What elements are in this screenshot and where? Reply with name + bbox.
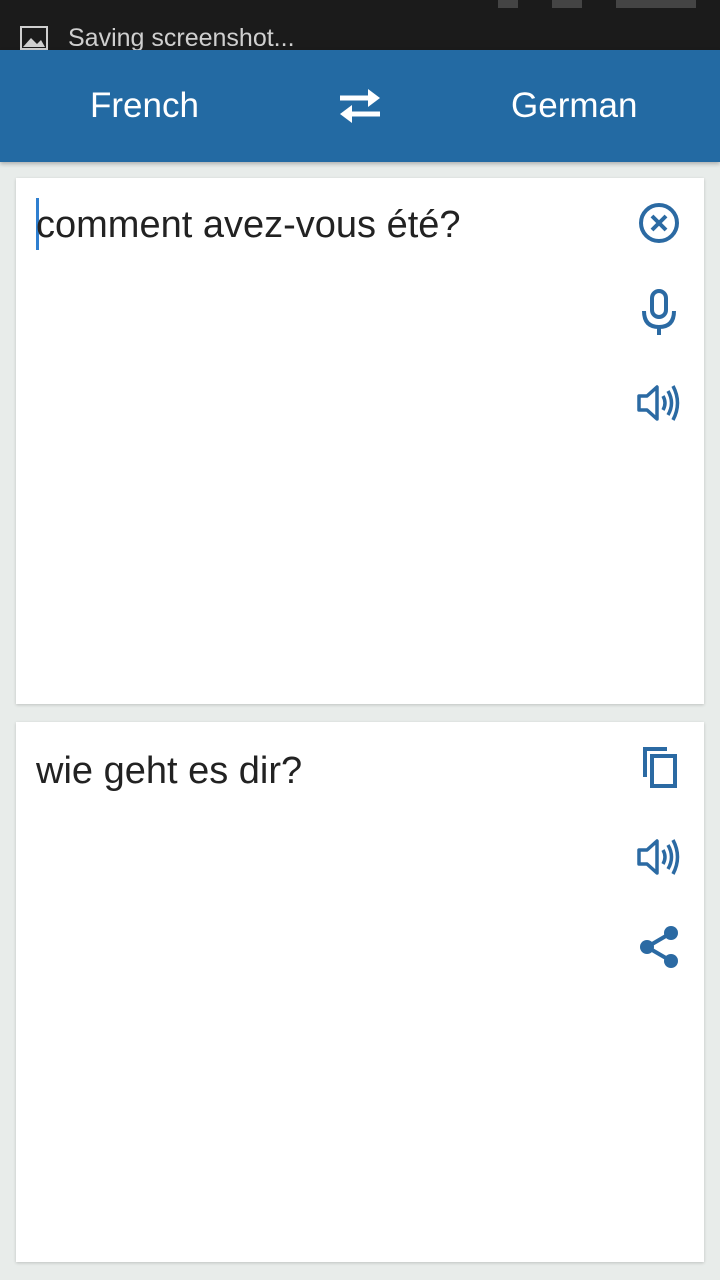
image-icon [20, 26, 48, 50]
speaker-icon[interactable] [634, 832, 684, 882]
notification-text: Saving screenshot... [68, 24, 295, 52]
copy-icon[interactable] [634, 742, 684, 792]
status-icons [498, 0, 696, 8]
status-bar: Saving screenshot... [0, 0, 720, 52]
translation-panel: wie geht es dir? [16, 722, 704, 1262]
translation-text: wie geht es dir? [36, 750, 303, 792]
language-toolbar: French German [0, 50, 720, 162]
target-language-selector[interactable]: German [511, 86, 637, 126]
share-icon[interactable] [634, 922, 684, 972]
source-text-panel: comment avez-vous été? [16, 178, 704, 704]
source-language-selector[interactable]: French [90, 86, 199, 126]
microphone-icon[interactable] [634, 288, 684, 338]
swap-arrows-icon[interactable] [334, 84, 386, 128]
clear-icon[interactable] [634, 198, 684, 248]
speaker-icon[interactable] [634, 378, 684, 428]
source-text-input[interactable]: comment avez-vous été? [36, 204, 461, 247]
